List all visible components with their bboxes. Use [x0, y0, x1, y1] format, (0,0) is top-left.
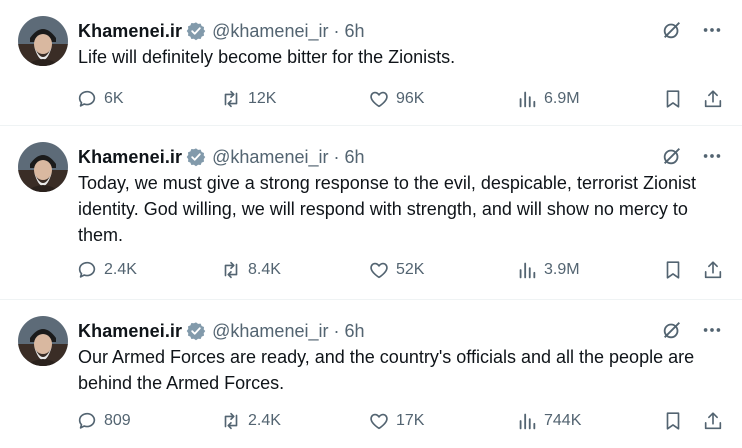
reply-icon [78, 412, 96, 429]
reply-button[interactable]: 6K [76, 88, 124, 110]
avatar[interactable] [18, 316, 68, 366]
reply-count: 809 [104, 412, 131, 429]
share-button[interactable] [702, 259, 724, 281]
author-handle[interactable]: @khamenei_ir [212, 321, 328, 342]
dot-separator: · [333, 320, 340, 341]
timestamp[interactable]: 6h [344, 321, 364, 342]
bookmark-icon [666, 261, 680, 279]
like-count: 96K [396, 90, 425, 107]
repost-icon [224, 261, 238, 279]
reply-button[interactable]: 809 [76, 410, 131, 432]
repost-button[interactable]: 2.4K [220, 410, 281, 432]
like-count: 52K [396, 261, 425, 278]
more-options-icon[interactable] [700, 18, 724, 42]
reply-icon [78, 90, 96, 107]
repost-button[interactable]: 8.4K [220, 259, 281, 281]
repost-icon [224, 412, 238, 430]
views-button[interactable]: 3.9M [516, 259, 580, 281]
grok-icon[interactable] [660, 144, 684, 168]
tweet-actions: 809 2.4K 17K 744K [76, 408, 726, 434]
timestamp[interactable]: 6h [344, 147, 364, 168]
author-handle[interactable]: @khamenei_ir [212, 147, 328, 168]
dot-separator: · [333, 20, 340, 41]
share-icon [704, 261, 722, 279]
author-name[interactable]: Khamenei.ir [78, 21, 182, 42]
reply-count: 6K [104, 90, 124, 107]
timestamp[interactable]: 6h [344, 21, 364, 42]
tweet[interactable]: Khamenei.ir @khamenei_ir · 6h Life will … [0, 0, 742, 126]
tweet-actions: 2.4K 8.4K 52K 3.9M [76, 257, 726, 283]
bookmark-icon [666, 412, 680, 430]
like-button[interactable]: 96K [368, 88, 424, 110]
tweet-top-actions [660, 318, 724, 342]
avatar[interactable] [18, 16, 68, 66]
repost-button[interactable]: 12K [220, 88, 276, 110]
verified-badge-icon [186, 322, 206, 341]
avatar[interactable] [18, 142, 68, 192]
reply-count: 2.4K [104, 261, 137, 278]
share-icon [704, 412, 722, 430]
views-count: 3.9M [544, 261, 580, 278]
bookmark-button[interactable] [662, 410, 684, 432]
repost-count: 2.4K [248, 412, 281, 429]
bookmark-icon [666, 90, 680, 108]
tweet[interactable]: Khamenei.ir @khamenei_ir · 6h Today, we … [0, 126, 742, 300]
timeline: Khamenei.ir @khamenei_ir · 6h Life will … [0, 0, 742, 448]
tweet-top-actions [660, 144, 724, 168]
heart-icon [370, 91, 388, 108]
bookmark-button[interactable] [662, 88, 684, 110]
views-icon [519, 91, 536, 108]
tweet-actions: 6K 12K 96K 6.9M [76, 86, 726, 112]
tweet-top-actions [660, 18, 724, 42]
grok-icon[interactable] [660, 18, 684, 42]
heart-icon [370, 262, 388, 279]
more-options-icon[interactable] [700, 144, 724, 168]
tweet-text: Today, we must give a strong response to… [78, 173, 696, 245]
views-button[interactable]: 744K [516, 410, 581, 432]
like-button[interactable]: 17K [368, 410, 424, 432]
repost-count: 8.4K [248, 261, 281, 278]
grok-icon[interactable] [660, 318, 684, 342]
views-count: 6.9M [544, 90, 580, 107]
author-name[interactable]: Khamenei.ir [78, 321, 182, 342]
views-icon [519, 262, 536, 279]
tweet-header: Khamenei.ir @khamenei_ir · 6h [78, 144, 365, 170]
verified-badge-icon [186, 22, 206, 41]
repost-icon [224, 90, 238, 108]
reply-icon [78, 261, 96, 278]
verified-badge-icon [186, 148, 206, 167]
tweet[interactable]: Khamenei.ir @khamenei_ir · 6h Our Armed … [0, 300, 742, 448]
tweet-text: Life will definitely become bitter for t… [78, 47, 456, 67]
tweet-header: Khamenei.ir @khamenei_ir · 6h [78, 18, 365, 44]
share-icon [704, 90, 722, 108]
more-options-icon[interactable] [700, 318, 724, 342]
author-handle[interactable]: @khamenei_ir [212, 21, 328, 42]
tweet-text: Our Armed Forces are ready, and the coun… [78, 347, 695, 393]
reply-button[interactable]: 2.4K [76, 259, 137, 281]
share-button[interactable] [702, 410, 724, 432]
views-count: 744K [544, 412, 582, 429]
share-button[interactable] [702, 88, 724, 110]
like-button[interactable]: 52K [368, 259, 424, 281]
views-button[interactable]: 6.9M [516, 88, 580, 110]
author-name[interactable]: Khamenei.ir [78, 147, 182, 168]
tweet-header: Khamenei.ir @khamenei_ir · 6h [78, 318, 365, 344]
repost-count: 12K [248, 90, 277, 107]
like-count: 17K [396, 412, 425, 429]
views-icon [519, 413, 536, 430]
heart-icon [370, 413, 388, 430]
dot-separator: · [333, 146, 340, 167]
bookmark-button[interactable] [662, 259, 684, 281]
